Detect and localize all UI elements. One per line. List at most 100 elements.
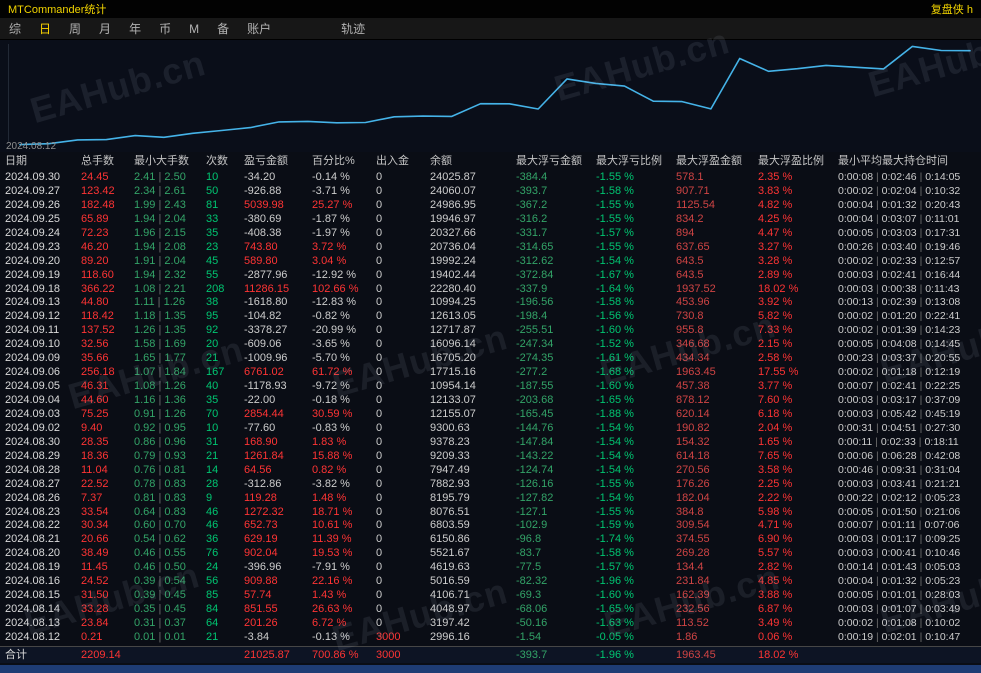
menu-item-5[interactable]: 币	[150, 20, 180, 37]
cell-balance: 16705.20	[430, 352, 476, 365]
table-row[interactable]: 2024.08.29 18.36 0.79 | 0.93 21 1261.84 15.88…	[0, 450, 981, 464]
table-row[interactable]: 2024.08.26 7.37 0.81 | 0.83 9 119.28 1.48 % 0 8…	[0, 492, 981, 506]
cell-total-lots: 30.34	[81, 519, 109, 532]
table-header-row: 日期 总手数 最小大手数 次数 盈亏金额 百分比% 出入金 余额 最大浮亏金额 最大浮亏比例 最大浮…	[0, 152, 981, 171]
cell-holding-times: 0:00:05 | 0:01:01 | 0:28:03	[838, 589, 961, 602]
cell-count: 20	[206, 338, 219, 351]
table-row[interactable]: 2024.09.18 366.22 1.08 | 2.21 208 11286.15 10…	[0, 283, 981, 297]
table-row[interactable]: 2024.08.13 23.84 0.31 | 0.37 64 201.26 6.72 %…	[0, 617, 981, 631]
column-header-6[interactable]: 出入金	[376, 152, 430, 171]
table-row[interactable]: 2024.09.04 44.60 1.16 | 1.36 35 -22.00 -0.18 …	[0, 394, 981, 408]
cell-deposit-withdrawal: 0	[376, 505, 383, 518]
table-row[interactable]: 2024.09.09 35.66 1.65 | 1.77 21 -1009.96 -5.7…	[0, 352, 981, 366]
column-header-9[interactable]: 最大浮亏比例	[596, 152, 676, 171]
table-row[interactable]: 2024.09.10 32.56 1.58 | 1.69 20 -609.06 -3.65…	[0, 338, 981, 352]
cell-total-lots: 18.36	[81, 449, 109, 462]
table-row[interactable]: 2024.09.12 118.42 1.18 | 1.35 95 -104.82 -0.8…	[0, 310, 981, 324]
cell-balance: 20736.04	[430, 240, 476, 253]
column-header-1[interactable]: 总手数	[81, 152, 134, 171]
cell-deposit-withdrawal: 0	[376, 449, 383, 462]
titlebar-right-text: 复盘侠 h	[930, 4, 973, 16]
table-row[interactable]: 2024.09.26 182.48 1.99 | 2.43 81 5039.98 25.2…	[0, 199, 981, 213]
column-header-3[interactable]: 次数	[206, 152, 244, 171]
cell-min-max-lots: 2.41 | 2.50	[134, 171, 186, 183]
cell-date: 2024.09.05	[5, 380, 61, 393]
cell-max-float-profit-ratio: 5.82 %	[758, 310, 793, 323]
cell-max-float-loss: -247.34	[516, 338, 554, 351]
table-row[interactable]: 2024.08.20 38.49 0.46 | 0.55 76 902.04 19.53 …	[0, 547, 981, 561]
table-row[interactable]: 2024.08.14 33.28 0.35 | 0.45 84 851.55 26.63 …	[0, 603, 981, 617]
menu-item-8[interactable]: 账户	[238, 20, 280, 37]
cell-total-lots: 46.31	[81, 380, 109, 393]
cell-min-max-lots: 1.65 | 1.77	[134, 352, 186, 365]
table-row[interactable]: 2024.08.19 11.45 0.46 | 0.50 24 -396.96 -7.91…	[0, 561, 981, 575]
cell-max-float-profit: 907.71	[676, 184, 710, 197]
table-row[interactable]: 2024.09.27 123.42 2.34 | 2.61 50 -926.88 -3.7…	[0, 185, 981, 199]
menu-item-6[interactable]: M	[180, 22, 208, 36]
cell-profit-loss: -609.06	[244, 338, 282, 351]
column-header-11[interactable]: 最大浮盈比例	[758, 152, 838, 171]
cell-max-float-profit-ratio: 2.04 %	[758, 421, 793, 434]
table-row[interactable]: 2024.09.20 89.20 1.91 | 2.04 45 589.80 3.04 %…	[0, 255, 981, 269]
table-row[interactable]: 2024.08.12 0.21 0.01 | 0.01 21 -3.84 -0.13 % 3…	[0, 631, 981, 645]
table-row[interactable]: 2024.08.28 11.04 0.76 | 0.81 14 64.56 0.82 % 0…	[0, 464, 981, 478]
table-row[interactable]: 2024.09.02 9.40 0.92 | 0.95 10 -77.60 -0.83 %…	[0, 422, 981, 436]
table-row[interactable]: 2024.09.11 137.52 1.26 | 1.35 92 -3378.27 -20…	[0, 324, 981, 338]
menu-item-1[interactable]: 日	[30, 20, 60, 37]
cell-profit-loss: -926.88	[244, 184, 282, 197]
cell-balance: 3197.42	[430, 617, 470, 629]
menu-item-2[interactable]: 周	[60, 20, 90, 37]
table-row[interactable]: 2024.08.15 31.50 0.39 | 0.45 85 57.74 1.43 % 0…	[0, 589, 981, 603]
cell-profit-loss: 629.19	[244, 533, 278, 546]
table-row[interactable]: 2024.09.24 72.23 1.96 | 2.15 35 -408.38 -1.97…	[0, 227, 981, 241]
cell-holding-times: 0:00:03 | 0:01:07 | 0:03:49	[838, 603, 961, 616]
cell-balance: 4048.97	[430, 603, 470, 616]
table-row[interactable]: 2024.09.06 256.18 1.07 | 1.84 167 6761.02 61.…	[0, 366, 981, 380]
cell-min-max-lots: 0.54 | 0.62	[134, 533, 186, 546]
cell-balance: 17715.16	[430, 366, 476, 379]
table-row[interactable]: 2024.09.13 44.80 1.11 | 1.26 38 -1618.80 -12.…	[0, 296, 981, 310]
cell-max-float-loss: -198.4	[516, 310, 548, 323]
menu-item-3[interactable]: 月	[90, 20, 120, 37]
cell-date: 2024.09.11	[5, 324, 60, 337]
menu-item-0[interactable]: 综	[0, 20, 30, 37]
cell-percent: 1.48 %	[312, 491, 347, 504]
table-row[interactable]: 2024.09.05 46.31 1.08 | 1.26 40 -1178.93 -9.7…	[0, 380, 981, 394]
table-row[interactable]: 2024.09.19 118.60 1.94 | 2.32 55 -2877.96 -12…	[0, 269, 981, 283]
menu-item-9[interactable]: 轨迹	[332, 20, 374, 37]
menu-item-7[interactable]: 备	[208, 20, 238, 37]
cell-max-float-loss-ratio: -1.55 %	[596, 198, 634, 211]
column-header-12[interactable]: 最小平均最大持仓时间	[838, 152, 981, 171]
cell-max-float-profit-ratio: 2.89 %	[758, 268, 793, 281]
table-row[interactable]: 2024.08.30 28.35 0.86 | 0.96 31 168.90 1.83 %…	[0, 436, 981, 450]
table-row[interactable]: 2024.09.03 75.25 0.91 | 1.26 70 2854.44 30.59…	[0, 408, 981, 422]
column-header-7[interactable]: 余额	[430, 152, 516, 171]
cell-min-max-lots: 1.08 | 2.21	[134, 282, 186, 295]
cell-min-max-lots: 0.91 | 1.26	[134, 407, 186, 420]
table-row[interactable]: 2024.08.27 22.52 0.78 | 0.83 28 -312.86 -3.82…	[0, 478, 981, 492]
menu-item-4[interactable]: 年	[120, 20, 150, 37]
cell-total-lots: 0.21	[81, 630, 103, 643]
column-header-10[interactable]: 最大浮盈金额	[676, 152, 758, 171]
cell-max-float-loss-ratio: -1.54 %	[596, 421, 634, 434]
cell-deposit-withdrawal: 0	[376, 421, 383, 434]
table-row[interactable]: 2024.08.16 24.52 0.39 | 0.54 56 909.88 22.16 …	[0, 575, 981, 589]
table-row[interactable]: 2024.08.21 20.66 0.54 | 0.62 36 629.19 11.39 …	[0, 533, 981, 547]
column-header-5[interactable]: 百分比%	[312, 152, 376, 171]
cell-percent: -3.65 %	[312, 338, 350, 351]
column-header-8[interactable]: 最大浮亏金额	[516, 152, 596, 171]
cell-total-lots: 38.49	[81, 547, 109, 560]
cell-total-lots: 11.04	[81, 463, 108, 476]
column-header-2[interactable]: 最小大手数	[134, 152, 206, 171]
table-row[interactable]: 2024.08.22 30.34 0.60 | 0.70 46 652.73 10.61 …	[0, 519, 981, 533]
table-row[interactable]: 2024.09.25 65.89 1.94 | 2.04 33 -380.69 -1.87…	[0, 213, 981, 227]
cell-max-float-loss: -77.5	[516, 561, 542, 574]
column-header-0[interactable]: 日期	[5, 152, 81, 171]
table-row[interactable]: 2024.09.23 46.20 1.94 | 2.08 23 743.80 3.72 %…	[0, 241, 981, 255]
cell-balance: 10954.14	[430, 380, 476, 393]
column-header-4[interactable]: 盈亏金额	[244, 152, 312, 171]
cell-date: 2024.08.30	[5, 435, 61, 448]
cell-count: 33	[206, 212, 219, 225]
table-row[interactable]: 2024.08.23 33.54 0.64 | 0.83 46 1272.32 18.71…	[0, 506, 981, 520]
table-row[interactable]: 2024.09.30 24.45 2.41 | 2.50 10 -34.20 -0.14 …	[0, 171, 981, 185]
